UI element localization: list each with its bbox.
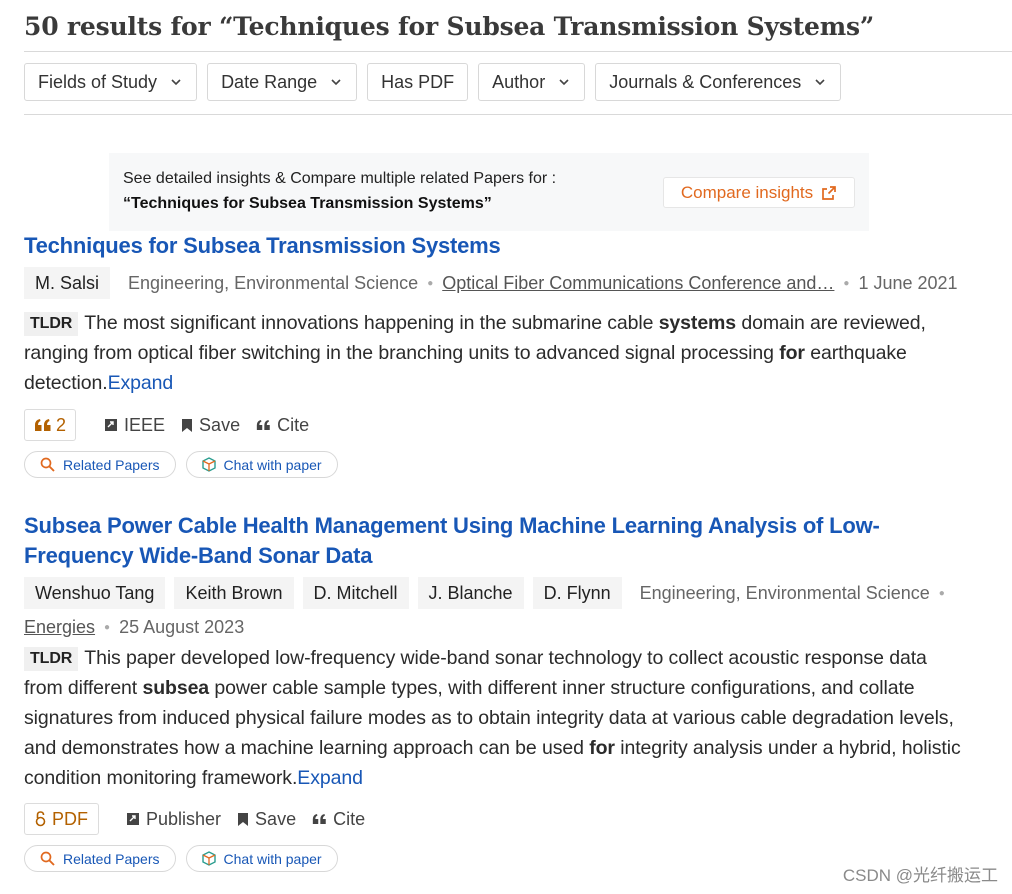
cite-button[interactable]: Cite bbox=[256, 415, 309, 436]
author-chip[interactable]: Keith Brown bbox=[174, 577, 294, 609]
author-chip[interactable]: D. Flynn bbox=[532, 577, 622, 609]
tldr-summary: TLDR The most significant innovations hap… bbox=[24, 308, 964, 398]
quote-icon bbox=[35, 419, 51, 431]
tldr-badge: TLDR bbox=[24, 647, 79, 671]
search-result: Techniques for Subsea Transmission Syste… bbox=[24, 231, 964, 478]
filter-label: Date Range bbox=[221, 71, 318, 92]
filter-label: Has PDF bbox=[381, 71, 455, 92]
filter-has-pdf[interactable]: Has PDF bbox=[367, 63, 469, 101]
insights-query: “Techniques for Subsea Transmission Syst… bbox=[123, 195, 492, 212]
filter-label: Author bbox=[492, 71, 546, 92]
tldr-highlight: systems bbox=[658, 312, 737, 334]
chevron-down-icon bbox=[171, 79, 181, 86]
chevron-down-icon bbox=[331, 79, 341, 86]
meta-separator: ● bbox=[104, 622, 111, 633]
chevron-down-icon bbox=[559, 79, 569, 86]
related-papers-label: Related Papers bbox=[63, 850, 160, 867]
compare-insights-label: Compare insights bbox=[680, 182, 814, 202]
bookmark-icon bbox=[182, 418, 193, 432]
author-chip[interactable]: Wenshuo Tang bbox=[24, 577, 166, 609]
search-result: Subsea Power Cable Health Management Usi… bbox=[24, 511, 964, 872]
filter-label: Journals & Conferences bbox=[609, 71, 802, 92]
quote-icon bbox=[312, 814, 326, 824]
cite-button[interactable]: Cite bbox=[312, 809, 365, 830]
chat-cube-icon bbox=[201, 457, 216, 472]
cite-label: Cite bbox=[277, 414, 310, 435]
related-papers-label: Related Papers bbox=[63, 456, 160, 473]
watermark: CSDN @光纤搬运工 bbox=[842, 866, 998, 885]
paper-tools: Related Papers Chat with paper bbox=[24, 451, 964, 478]
expand-link[interactable]: Expand bbox=[297, 767, 363, 789]
header-divider bbox=[24, 51, 1012, 52]
source-label: IEEE bbox=[124, 414, 166, 435]
save-label: Save bbox=[255, 808, 297, 829]
tldr-text: This paper developed low-frequency wide-… bbox=[24, 647, 961, 789]
fields-of-study: Engineering, Environmental Science bbox=[639, 582, 930, 603]
citation-count-button[interactable]: 2 bbox=[24, 409, 77, 441]
chevron-down-icon bbox=[815, 79, 825, 86]
save-button[interactable]: Save bbox=[181, 415, 240, 436]
author-chip[interactable]: D. Mitchell bbox=[302, 577, 409, 609]
insights-banner: See detailed insights & Compare multiple… bbox=[109, 153, 869, 231]
author-chip[interactable]: M. Salsi bbox=[24, 267, 111, 299]
paper-actions: PDF Publisher Save Cite bbox=[24, 803, 964, 835]
paper-meta: Wenshuo Tang Keith Brown D. Mitchell J. … bbox=[24, 577, 964, 638]
meta-separator: ● bbox=[843, 277, 850, 289]
filter-date-range[interactable]: Date Range bbox=[207, 63, 358, 101]
document-icon bbox=[105, 419, 118, 431]
paper-title[interactable]: Subsea Power Cable Health Management Usi… bbox=[24, 511, 964, 571]
source-label: Publisher bbox=[146, 808, 222, 829]
venue-link[interactable]: Energies bbox=[24, 617, 95, 638]
pdf-button[interactable]: PDF bbox=[24, 803, 99, 835]
author-chip[interactable]: J. Blanche bbox=[417, 577, 524, 609]
pdf-label: PDF bbox=[52, 808, 88, 829]
save-button[interactable]: Save bbox=[237, 809, 296, 830]
tldr-fragment: The most significant innovations happeni… bbox=[84, 312, 659, 334]
source-link[interactable]: Publisher bbox=[126, 809, 221, 830]
fields-of-study: Engineering, Environmental Science bbox=[128, 272, 419, 293]
chat-with-paper-button[interactable]: Chat with paper bbox=[185, 845, 338, 872]
paper-actions: 2 IEEE Save Cite bbox=[24, 409, 964, 441]
search-icon bbox=[40, 457, 55, 472]
related-papers-button[interactable]: Related Papers bbox=[24, 845, 176, 872]
chat-with-paper-label: Chat with paper bbox=[223, 850, 322, 867]
tldr-summary: TLDR This paper developed low-frequency w… bbox=[24, 643, 964, 793]
source-link[interactable]: IEEE bbox=[104, 415, 165, 436]
filter-divider bbox=[24, 114, 1012, 115]
external-link-icon bbox=[822, 185, 836, 200]
publication-date: 1 June 2021 bbox=[858, 272, 958, 293]
chat-with-paper-label: Chat with paper bbox=[223, 456, 322, 473]
paper-meta: M. Salsi Engineering, Environmental Scie… bbox=[24, 267, 964, 299]
filter-author[interactable]: Author bbox=[478, 63, 586, 101]
insights-text: See detailed insights & Compare multiple… bbox=[123, 170, 557, 187]
paper-title[interactable]: Techniques for Subsea Transmission Syste… bbox=[24, 231, 964, 261]
tldr-highlight: for bbox=[779, 342, 805, 364]
save-label: Save bbox=[199, 414, 241, 435]
tldr-highlight: for bbox=[589, 737, 615, 759]
filter-label: Fields of Study bbox=[38, 71, 158, 92]
chat-cube-icon bbox=[201, 851, 216, 866]
open-access-icon bbox=[35, 811, 46, 827]
chat-with-paper-button[interactable]: Chat with paper bbox=[185, 451, 338, 478]
document-icon bbox=[127, 813, 139, 825]
venue-link[interactable]: Optical Fiber Communications Conference … bbox=[442, 273, 834, 294]
paper-tools: Related Papers Chat with paper bbox=[24, 845, 964, 872]
cite-label: Cite bbox=[333, 808, 366, 829]
compare-insights-button[interactable]: Compare insights bbox=[663, 177, 855, 208]
filter-bar: Fields of Study Date Range Has PDF Autho… bbox=[24, 63, 842, 101]
quote-icon bbox=[256, 420, 270, 430]
results-heading: 50 results for “Techniques for Subsea Tr… bbox=[24, 12, 875, 41]
bookmark-icon bbox=[238, 812, 249, 826]
filter-journals-conferences[interactable]: Journals & Conferences bbox=[595, 63, 842, 101]
publication-date: 25 August 2023 bbox=[119, 617, 245, 637]
expand-link[interactable]: Expand bbox=[108, 372, 174, 394]
citation-count: 2 bbox=[56, 414, 67, 435]
meta-separator: ● bbox=[427, 277, 434, 289]
search-icon bbox=[40, 851, 55, 866]
filter-fields-of-study[interactable]: Fields of Study bbox=[24, 63, 198, 101]
related-papers-button[interactable]: Related Papers bbox=[24, 451, 176, 478]
meta-separator: ● bbox=[938, 587, 945, 599]
tldr-highlight: subsea bbox=[142, 677, 210, 699]
tldr-badge: TLDR bbox=[24, 312, 79, 336]
